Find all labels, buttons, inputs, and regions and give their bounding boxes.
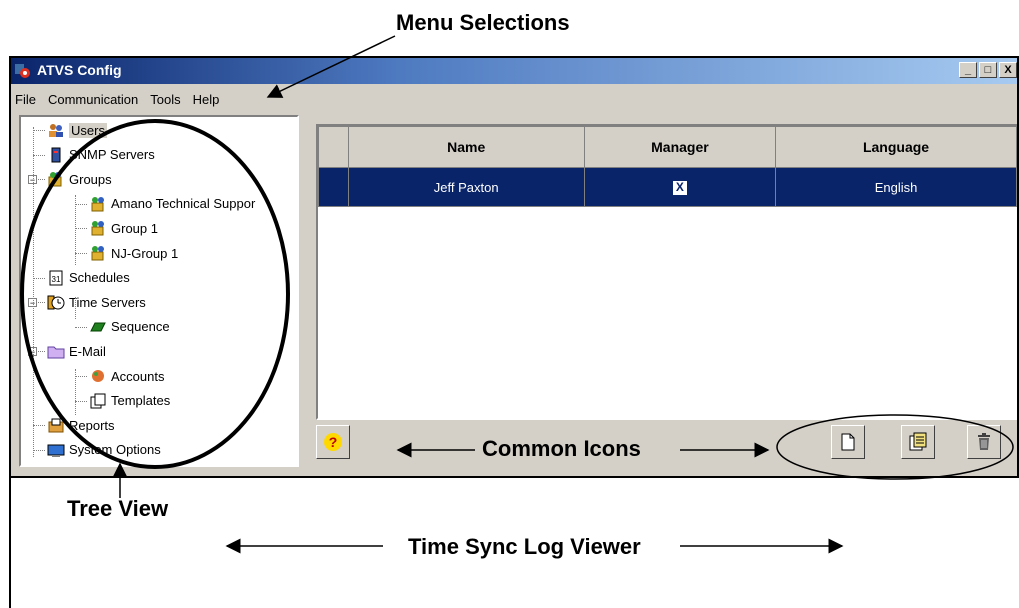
menu-bar: File Communication Tools Help bbox=[11, 88, 225, 110]
tree-item-label: Templates bbox=[111, 393, 171, 409]
tree-item-label: NJ-Group 1 bbox=[111, 245, 179, 261]
system-options-icon bbox=[47, 444, 65, 457]
column-header-manager[interactable]: Manager bbox=[583, 126, 777, 168]
tree-item-group-1[interactable]: Group 1 bbox=[89, 217, 158, 239]
tree-item-label: System Options bbox=[69, 442, 161, 458]
grid-header-row: Name Manager Language bbox=[318, 126, 1017, 168]
tree-item-reports[interactable]: Reports bbox=[47, 414, 115, 436]
tree-item-time-servers[interactable]: Time Servers bbox=[47, 291, 146, 313]
close-button[interactable]: X bbox=[999, 62, 1017, 78]
tree-item-label: E-Mail bbox=[69, 343, 106, 359]
tree-view: Users SNMP Servers − Groups Amano Technical … bbox=[19, 115, 299, 467]
tree-item-label: Accounts bbox=[111, 368, 165, 384]
edit-icon bbox=[909, 432, 927, 451]
title-bar: ATVS Config _ □ X bbox=[11, 58, 1017, 84]
groups-icon bbox=[48, 172, 62, 187]
table-row[interactable]: Jeff Paxton X English bbox=[318, 167, 1017, 207]
users-grid-panel: Name Manager Language Jeff Paxton X Engl… bbox=[316, 124, 1017, 420]
tree-connector bbox=[75, 195, 76, 265]
reports-icon bbox=[48, 418, 64, 433]
group-icon bbox=[91, 246, 104, 261]
maximize-button[interactable]: □ bbox=[979, 62, 997, 78]
delete-button[interactable] bbox=[967, 425, 1001, 459]
new-document-icon bbox=[841, 433, 855, 451]
new-button[interactable] bbox=[831, 425, 865, 459]
schedules-icon: 31 bbox=[49, 270, 63, 286]
atvs-app-icon bbox=[15, 64, 30, 78]
tree-connector bbox=[75, 253, 87, 254]
tree-item-label: Group 1 bbox=[111, 220, 158, 236]
group-icon bbox=[91, 221, 104, 236]
trash-icon bbox=[978, 433, 990, 450]
tree-item-label: Groups bbox=[69, 171, 112, 187]
tree-item-system-options[interactable]: System Options bbox=[47, 439, 161, 461]
time-servers-icon bbox=[47, 295, 65, 310]
tree-item-label: Amano Technical Suppor bbox=[111, 196, 256, 212]
help-glyph: ? bbox=[329, 434, 338, 450]
tree-item-accounts[interactable]: Accounts bbox=[89, 365, 164, 387]
row-header-column bbox=[318, 126, 349, 168]
tree-connector bbox=[33, 127, 34, 457]
tree-item-label: Users bbox=[69, 122, 107, 138]
users-icon bbox=[49, 124, 63, 137]
tree-connector bbox=[33, 449, 45, 451]
accounts-icon bbox=[92, 370, 104, 382]
templates-icon bbox=[90, 393, 106, 409]
help-button[interactable]: ? bbox=[316, 425, 350, 459]
row-selector-cell[interactable] bbox=[318, 167, 349, 207]
email-folder-icon bbox=[47, 346, 65, 359]
column-header-name[interactable]: Name bbox=[347, 126, 585, 168]
tree-item-sequence[interactable]: Sequence bbox=[89, 316, 170, 338]
group-icon bbox=[91, 196, 104, 212]
tree-item-label: SNMP Servers bbox=[69, 147, 155, 163]
tree-connector bbox=[75, 297, 76, 319]
tree-item-schedules[interactable]: 31 Schedules bbox=[47, 267, 130, 289]
cell-manager[interactable]: X bbox=[583, 167, 777, 207]
tree-connector bbox=[75, 376, 87, 377]
tree-item-e-mail[interactable]: E-Mail bbox=[47, 340, 106, 362]
tree-item-groups[interactable]: Groups bbox=[47, 168, 112, 190]
help-icon: ? bbox=[324, 433, 342, 451]
minimize-button[interactable]: _ bbox=[959, 62, 977, 78]
sequence-icon bbox=[90, 322, 106, 332]
menu-help[interactable]: Help bbox=[187, 92, 226, 107]
tree-connector bbox=[75, 326, 87, 328]
menu-file[interactable]: File bbox=[11, 92, 42, 107]
snmp-server-icon bbox=[51, 147, 61, 163]
annotation-tree-view: Tree View bbox=[67, 496, 169, 521]
tree-connector bbox=[75, 369, 76, 415]
tree-item-label: Sequence bbox=[111, 319, 170, 335]
tree-item-templates[interactable]: Templates bbox=[89, 390, 170, 412]
users-grid: Name Manager Language Jeff Paxton X Engl… bbox=[318, 126, 1017, 207]
edit-button[interactable] bbox=[901, 425, 935, 459]
tree-connector bbox=[33, 130, 45, 131]
manager-checkbox[interactable]: X bbox=[672, 181, 687, 195]
tree-item-label: Reports bbox=[69, 417, 115, 433]
tree-connector bbox=[33, 154, 45, 156]
menu-communication[interactable]: Communication bbox=[42, 92, 144, 107]
cell-name[interactable]: Jeff Paxton bbox=[347, 167, 585, 207]
svg-text:31: 31 bbox=[52, 275, 61, 284]
column-header-language[interactable]: Language bbox=[775, 126, 1017, 168]
tree-connector bbox=[75, 203, 87, 205]
annotation-menu-selections: Menu Selections bbox=[396, 10, 570, 35]
tree-item-label: Time Servers bbox=[69, 294, 146, 310]
tree-item-label: Schedules bbox=[69, 270, 130, 286]
tree-item-snmp-servers[interactable]: SNMP Servers bbox=[47, 144, 155, 166]
tree-item-amano-technical-suppor[interactable]: Amano Technical Suppor bbox=[89, 193, 255, 215]
tree-item-users[interactable]: Users bbox=[47, 119, 107, 141]
annotation-log-viewer: Time Sync Log Viewer bbox=[408, 534, 641, 559]
tree-connector bbox=[75, 228, 87, 230]
window-title: ATVS Config bbox=[37, 62, 122, 78]
tree-connector bbox=[33, 277, 45, 279]
cell-language[interactable]: English bbox=[775, 167, 1017, 207]
tree-item-nj-group-1[interactable]: NJ-Group 1 bbox=[89, 242, 178, 264]
menu-tools[interactable]: Tools bbox=[144, 92, 186, 107]
annotation-common-icons: Common Icons bbox=[482, 436, 641, 461]
tree-connector bbox=[75, 400, 87, 402]
tree-connector bbox=[33, 425, 45, 427]
